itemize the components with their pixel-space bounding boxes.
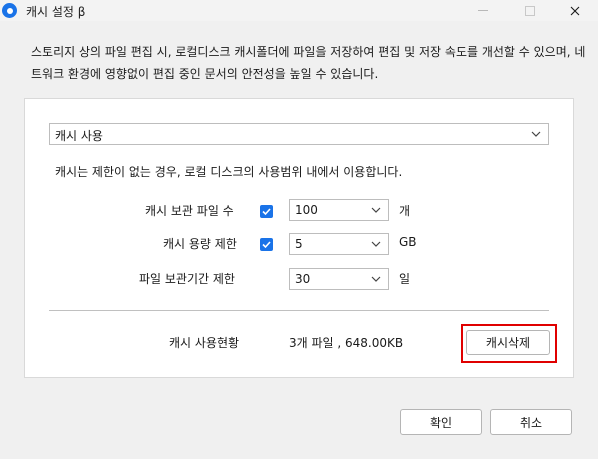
retention-period-label: 파일 보관기간 제한 xyxy=(139,272,235,286)
max-files-dropdown[interactable]: 100 xyxy=(289,199,389,221)
clear-cache-button[interactable]: 캐시삭제 xyxy=(466,330,550,355)
checkmark-icon xyxy=(262,241,271,249)
cache-info-text: 캐시는 제한이 없는 경우, 로컬 디스크의 사용범위 내에서 이용합니다. xyxy=(55,165,403,179)
capacity-limit-dropdown[interactable]: 5 xyxy=(289,233,389,255)
max-files-value: 100 xyxy=(295,203,318,217)
chevron-down-icon xyxy=(370,273,382,285)
max-files-unit: 개 xyxy=(399,204,411,218)
app-logo-icon xyxy=(2,3,17,18)
settings-panel: 캐시 사용 캐시는 제한이 없는 경우, 로컬 디스크의 사용범위 내에서 이용… xyxy=(24,98,574,378)
chevron-down-icon xyxy=(530,128,542,140)
close-icon xyxy=(570,6,580,15)
divider xyxy=(49,310,549,311)
capacity-limit-label: 캐시 용량 제한 xyxy=(163,237,237,251)
capacity-limit-unit: GB xyxy=(399,235,417,249)
cache-mode-value: 캐시 사용 xyxy=(55,129,103,143)
maximize-icon xyxy=(525,5,535,16)
title-bar: 캐시 설정 β xyxy=(0,0,598,21)
minimize-button[interactable] xyxy=(460,0,506,21)
capacity-limit-value: 5 xyxy=(295,237,303,251)
description-text: 스토리지 상의 파일 편집 시, 로컬디스크 캐시폴더에 파일을 저장하여 편집… xyxy=(31,45,586,81)
retention-period-value: 30 xyxy=(295,272,311,286)
chevron-down-icon xyxy=(370,204,382,216)
maximize-button[interactable] xyxy=(507,0,553,21)
cache-usage-label: 캐시 사용현황 xyxy=(169,336,240,350)
max-files-label: 캐시 보관 파일 수 xyxy=(145,204,234,218)
retention-period-dropdown[interactable]: 30 xyxy=(289,268,389,290)
chevron-down-icon xyxy=(370,238,382,250)
max-files-checkbox[interactable] xyxy=(260,205,273,218)
cache-mode-dropdown[interactable]: 캐시 사용 xyxy=(49,123,549,145)
cancel-button[interactable]: 취소 xyxy=(490,409,572,435)
close-button[interactable] xyxy=(552,0,598,21)
retention-period-unit: 일 xyxy=(399,272,411,286)
capacity-limit-checkbox[interactable] xyxy=(260,238,273,251)
ok-button[interactable]: 확인 xyxy=(400,409,482,435)
window-title: 캐시 설정 β xyxy=(26,5,86,19)
cache-usage-value: 3개 파일 , 648.00KB xyxy=(289,336,404,350)
checkmark-icon xyxy=(262,208,271,216)
minimize-icon xyxy=(478,10,488,11)
